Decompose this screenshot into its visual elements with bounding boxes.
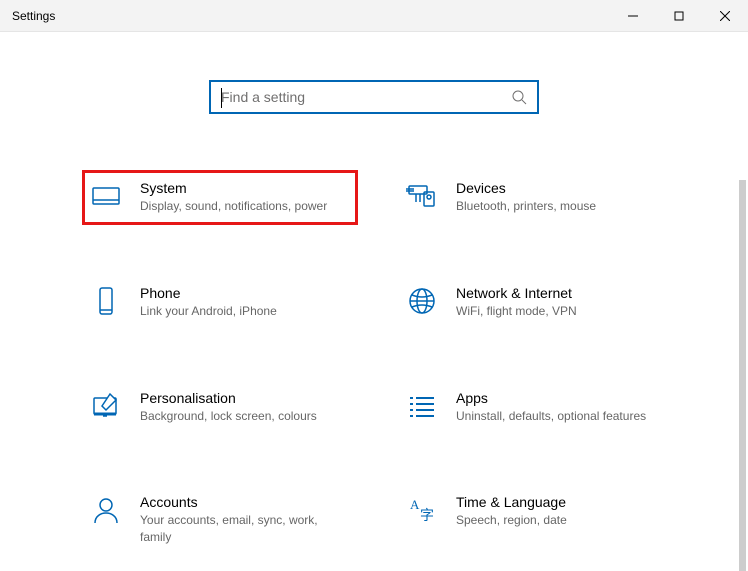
tile-title: Apps [456, 390, 666, 406]
personalisation-icon [90, 390, 122, 422]
svg-text:字: 字 [420, 508, 434, 524]
devices-icon [406, 180, 438, 212]
network-icon [406, 285, 438, 317]
tile-desc: Link your Android, iPhone [140, 303, 350, 320]
tile-desc: WiFi, flight mode, VPN [456, 303, 666, 320]
tile-phone[interactable]: Phone Link your Android, iPhone [82, 275, 358, 330]
apps-icon [406, 390, 438, 422]
text-caret [221, 88, 222, 108]
tile-text: Network & Internet WiFi, flight mode, VP… [456, 285, 666, 320]
tile-devices[interactable]: Devices Bluetooth, printers, mouse [398, 170, 674, 225]
tile-title: Accounts [140, 494, 350, 510]
tile-system[interactable]: System Display, sound, notifications, po… [82, 170, 358, 225]
tile-personalisation[interactable]: Personalisation Background, lock screen,… [82, 380, 358, 435]
search-box[interactable] [209, 80, 539, 114]
maximize-button[interactable] [656, 0, 702, 32]
tile-accounts[interactable]: Accounts Your accounts, email, sync, wor… [82, 484, 358, 556]
tile-title: Devices [456, 180, 666, 196]
tile-text: Devices Bluetooth, printers, mouse [456, 180, 666, 215]
tile-text: Personalisation Background, lock screen,… [140, 390, 350, 425]
tile-desc: Bluetooth, printers, mouse [456, 198, 666, 215]
content-area: System Display, sound, notifications, po… [0, 32, 748, 571]
tile-desc: Your accounts, email, sync, work, family [140, 512, 350, 546]
titlebar: Settings [0, 0, 748, 32]
time-language-icon: A 字 [406, 494, 438, 526]
search-input[interactable] [221, 89, 511, 105]
tile-network[interactable]: Network & Internet WiFi, flight mode, VP… [398, 275, 674, 330]
minimize-button[interactable] [610, 0, 656, 32]
system-icon [90, 180, 122, 212]
search-container [0, 80, 748, 114]
tile-desc: Background, lock screen, colours [140, 408, 350, 425]
close-button[interactable] [702, 0, 748, 32]
tile-text: Apps Uninstall, defaults, optional featu… [456, 390, 666, 425]
tile-title: System [140, 180, 350, 196]
tile-title: Phone [140, 285, 350, 301]
svg-text:A: A [410, 497, 420, 512]
window-title: Settings [12, 9, 55, 23]
tile-text: Phone Link your Android, iPhone [140, 285, 350, 320]
settings-grid: System Display, sound, notifications, po… [74, 170, 674, 556]
vertical-scrollbar[interactable] [739, 180, 746, 571]
search-icon [511, 89, 527, 105]
tile-title: Network & Internet [456, 285, 666, 301]
tile-title: Time & Language [456, 494, 666, 510]
tile-text: Accounts Your accounts, email, sync, wor… [140, 494, 350, 546]
tile-text: System Display, sound, notifications, po… [140, 180, 350, 215]
tile-time-language[interactable]: A 字 Time & Language Speech, region, date [398, 484, 674, 556]
tile-title: Personalisation [140, 390, 350, 406]
tile-desc: Uninstall, defaults, optional features [456, 408, 666, 425]
tile-desc: Speech, region, date [456, 512, 666, 529]
accounts-icon [90, 494, 122, 526]
tile-apps[interactable]: Apps Uninstall, defaults, optional featu… [398, 380, 674, 435]
window-controls [610, 0, 748, 32]
tile-text: Time & Language Speech, region, date [456, 494, 666, 529]
tile-desc: Display, sound, notifications, power [140, 198, 350, 215]
phone-icon [90, 285, 122, 317]
